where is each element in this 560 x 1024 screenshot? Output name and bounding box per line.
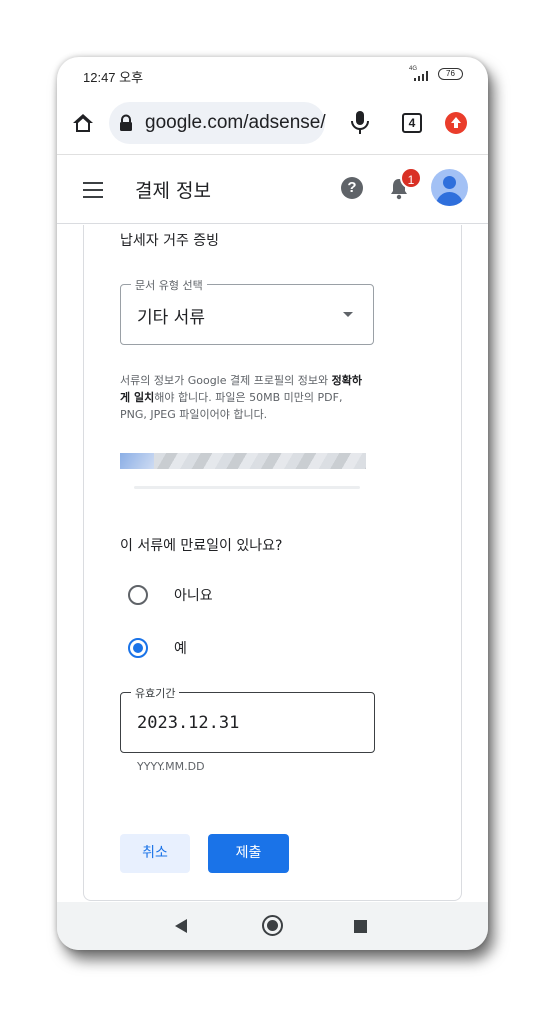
radio-label-no: 아니요: [174, 588, 213, 604]
radio-option-yes[interactable]: 예: [128, 635, 328, 659]
home-icon[interactable]: [71, 111, 95, 135]
submit-button[interactable]: 제출: [208, 834, 289, 873]
tab-switcher-button[interactable]: 4: [402, 113, 422, 133]
radio-label-yes: 예: [174, 641, 187, 657]
date-format-hint: YYYY.MM.DD: [137, 760, 205, 773]
update-icon[interactable]: [445, 112, 467, 134]
document-type-label: 문서 유형 선택: [131, 277, 207, 293]
dropdown-arrow-icon: [343, 312, 353, 317]
home-button-icon[interactable]: [262, 915, 283, 936]
expiry-date-value: 2023.12.31: [137, 713, 240, 733]
hamburger-menu-icon[interactable]: [83, 182, 103, 198]
uploaded-file-redacted: [106, 451, 380, 491]
expiry-date-label: 유효기간: [131, 685, 180, 701]
browser-toolbar: google.com/adsense/ 4: [57, 93, 488, 155]
recents-icon[interactable]: [354, 920, 367, 933]
address-bar[interactable]: google.com/adsense/: [109, 102, 326, 144]
url-text: google.com/adsense/: [145, 112, 326, 133]
help-icon[interactable]: ?: [341, 177, 363, 199]
status-time: 12:47 오후: [83, 70, 144, 85]
lock-icon: [119, 114, 133, 132]
battery-icon: 76: [438, 68, 463, 80]
payment-form: 납세자 거주 증빙 문서 유형 선택 기타 서류 서류의 정보가 Google …: [83, 225, 462, 901]
microphone-icon[interactable]: [349, 110, 371, 136]
section-title: 납세자 거주 증빙: [120, 233, 220, 249]
system-nav-bar: [57, 902, 488, 950]
radio-button[interactable]: [128, 585, 148, 605]
radio-option-no[interactable]: 아니요: [128, 582, 328, 606]
expiry-question: 이 서류에 만료일이 있나요?: [120, 538, 283, 554]
cancel-button[interactable]: 취소: [120, 834, 190, 873]
signal-icon: 4G: [409, 66, 433, 83]
expiry-date-input[interactable]: 유효기간 2023.12.31: [120, 685, 375, 753]
tab-count: 4: [408, 116, 416, 130]
document-type-select[interactable]: 문서 유형 선택 기타 서류: [120, 277, 374, 345]
app-header: 결제 정보 ? 1: [57, 156, 488, 224]
status-bar: 12:47 오후 4G 76: [57, 57, 488, 93]
notification-badge: 1: [400, 167, 422, 189]
page-title: 결제 정보: [135, 180, 211, 202]
back-icon[interactable]: [175, 919, 187, 933]
avatar[interactable]: [431, 169, 468, 206]
radio-button-selected[interactable]: [128, 638, 148, 658]
battery-level: 76: [446, 69, 455, 78]
phone-frame: 12:47 오후 4G 76 google.com/adsense/ 4 결제 …: [57, 57, 488, 950]
document-type-value: 기타 서류: [137, 308, 205, 328]
file-requirements-text: 서류의 정보가 Google 결제 프로필의 정보와 정확하게 일치해야 합니다…: [120, 374, 362, 421]
